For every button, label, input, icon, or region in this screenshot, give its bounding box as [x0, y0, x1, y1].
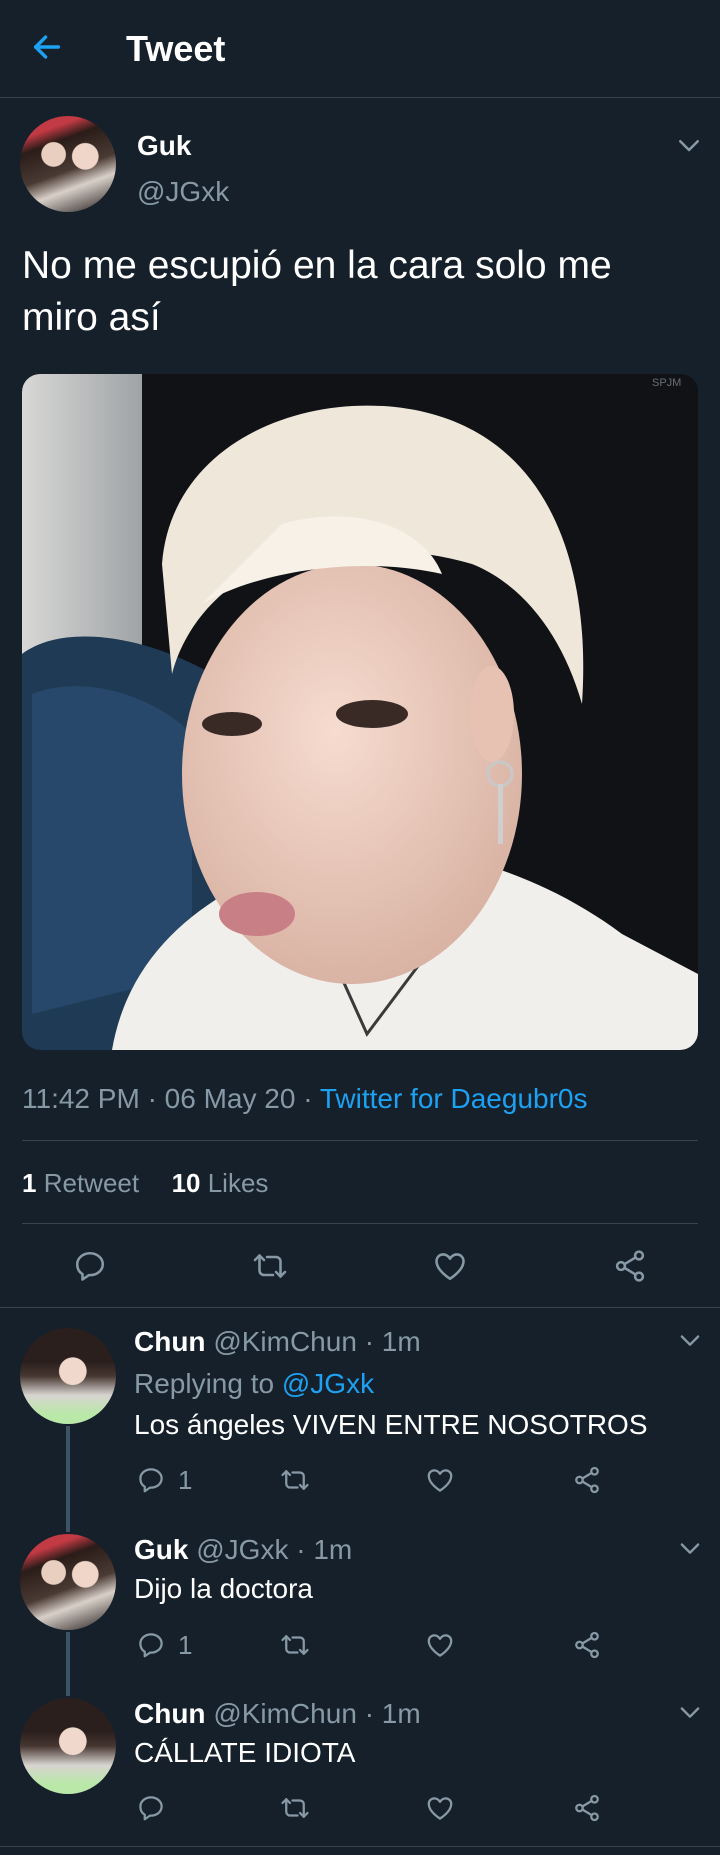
reply-icon[interactable] — [136, 1630, 166, 1660]
avatar[interactable] — [20, 116, 116, 212]
reply-icon[interactable] — [136, 1465, 166, 1495]
replying-to-line: Replying to @JGxk — [134, 1368, 374, 1400]
reply-header: Guk @JGxk · 1m — [134, 1534, 352, 1566]
share-icon[interactable] — [572, 1630, 602, 1660]
reply-text: Los ángeles VIVEN ENTRE NOSOTROS — [134, 1409, 648, 1440]
share-icon[interactable] — [572, 1793, 602, 1823]
retweet-icon[interactable] — [280, 1630, 310, 1660]
page-title: Tweet — [126, 28, 226, 69]
retweets-label: Retweet — [43, 1168, 140, 1198]
thread-line — [66, 1632, 70, 1696]
reply-header: Chun @KimChun · 1m — [134, 1326, 421, 1358]
like-icon[interactable] — [432, 1248, 468, 1284]
retweet-icon[interactable] — [280, 1465, 310, 1495]
reply-action-bar: 1 — [134, 1463, 614, 1497]
reply-icon[interactable] — [136, 1793, 166, 1823]
likes-count: 10 — [171, 1168, 201, 1198]
likes-stat[interactable]: 10 Likes — [172, 1168, 269, 1198]
share-icon[interactable] — [572, 1465, 602, 1495]
retweet-icon[interactable] — [280, 1793, 310, 1823]
reply-author-handle[interactable]: @KimChun — [213, 1326, 357, 1357]
author-handle[interactable]: @JGxk — [137, 176, 229, 208]
tweet-date: 06 May 20 — [164, 1083, 296, 1114]
retweets-stat[interactable]: 1 Retweet — [22, 1168, 139, 1198]
thread-line — [66, 1426, 70, 1532]
share-icon[interactable] — [612, 1248, 648, 1284]
avatar[interactable] — [20, 1698, 116, 1794]
meta-dot: · — [303, 1083, 313, 1114]
tweet-image[interactable]: SPJM — [22, 374, 698, 1050]
reply-author-handle[interactable]: @JGxk — [196, 1534, 288, 1565]
tweet-meta: 11:42 PM · 06 May 20 · Twitter for Daegu… — [22, 1083, 587, 1115]
reply-action-bar — [134, 1791, 614, 1825]
reply-author-handle[interactable]: @KimChun — [213, 1698, 357, 1729]
retweet-icon[interactable] — [252, 1248, 288, 1284]
like-icon[interactable] — [425, 1465, 455, 1495]
reply-time: · 1m — [364, 1326, 421, 1357]
chevron-down-icon[interactable] — [676, 1326, 704, 1354]
author-name[interactable]: Guk — [137, 130, 191, 162]
chevron-down-icon[interactable] — [676, 1698, 704, 1726]
avatar[interactable] — [20, 1328, 116, 1424]
reply-author-name[interactable]: Chun — [134, 1326, 206, 1357]
reply-author-name[interactable]: Guk — [134, 1534, 188, 1565]
reply-text: CÁLLATE IDIOTA — [134, 1737, 356, 1768]
image-watermark: SPJM — [652, 377, 681, 389]
tweet-text: No me escupió en la cara solo me miro as… — [22, 244, 612, 339]
replying-to-link[interactable]: @JGxk — [282, 1368, 374, 1399]
reply-time: · 1m — [296, 1534, 353, 1565]
reply-count: 1 — [178, 1630, 193, 1660]
likes-label: Likes — [207, 1168, 269, 1198]
back-arrow-icon[interactable] — [30, 30, 64, 64]
retweets-count: 1 — [22, 1168, 37, 1198]
reply-header: Chun @KimChun · 1m — [134, 1698, 421, 1730]
avatar[interactable] — [20, 1534, 116, 1630]
like-icon[interactable] — [425, 1630, 455, 1660]
chevron-down-icon[interactable] — [676, 1534, 704, 1562]
reply-author-name[interactable]: Chun — [134, 1698, 206, 1729]
replying-prefix: Replying to — [134, 1368, 275, 1399]
photo-illustration: SPJM — [22, 374, 698, 1050]
tweet-source-link[interactable]: Twitter for Daegubr0s — [320, 1083, 588, 1114]
reply-text: Dijo la doctora — [134, 1573, 313, 1604]
tweet-time: 11:42 PM — [22, 1083, 140, 1114]
reply-action-bar: 1 — [134, 1628, 614, 1662]
reply-icon[interactable] — [72, 1248, 108, 1284]
tweet-stats: 1 Retweet 10 Likes — [22, 1168, 268, 1199]
reply-count: 1 — [178, 1465, 193, 1495]
chevron-down-icon[interactable] — [674, 130, 704, 160]
like-icon[interactable] — [425, 1793, 455, 1823]
meta-dot: · — [147, 1083, 157, 1114]
reply-time: · 1m — [364, 1698, 421, 1729]
